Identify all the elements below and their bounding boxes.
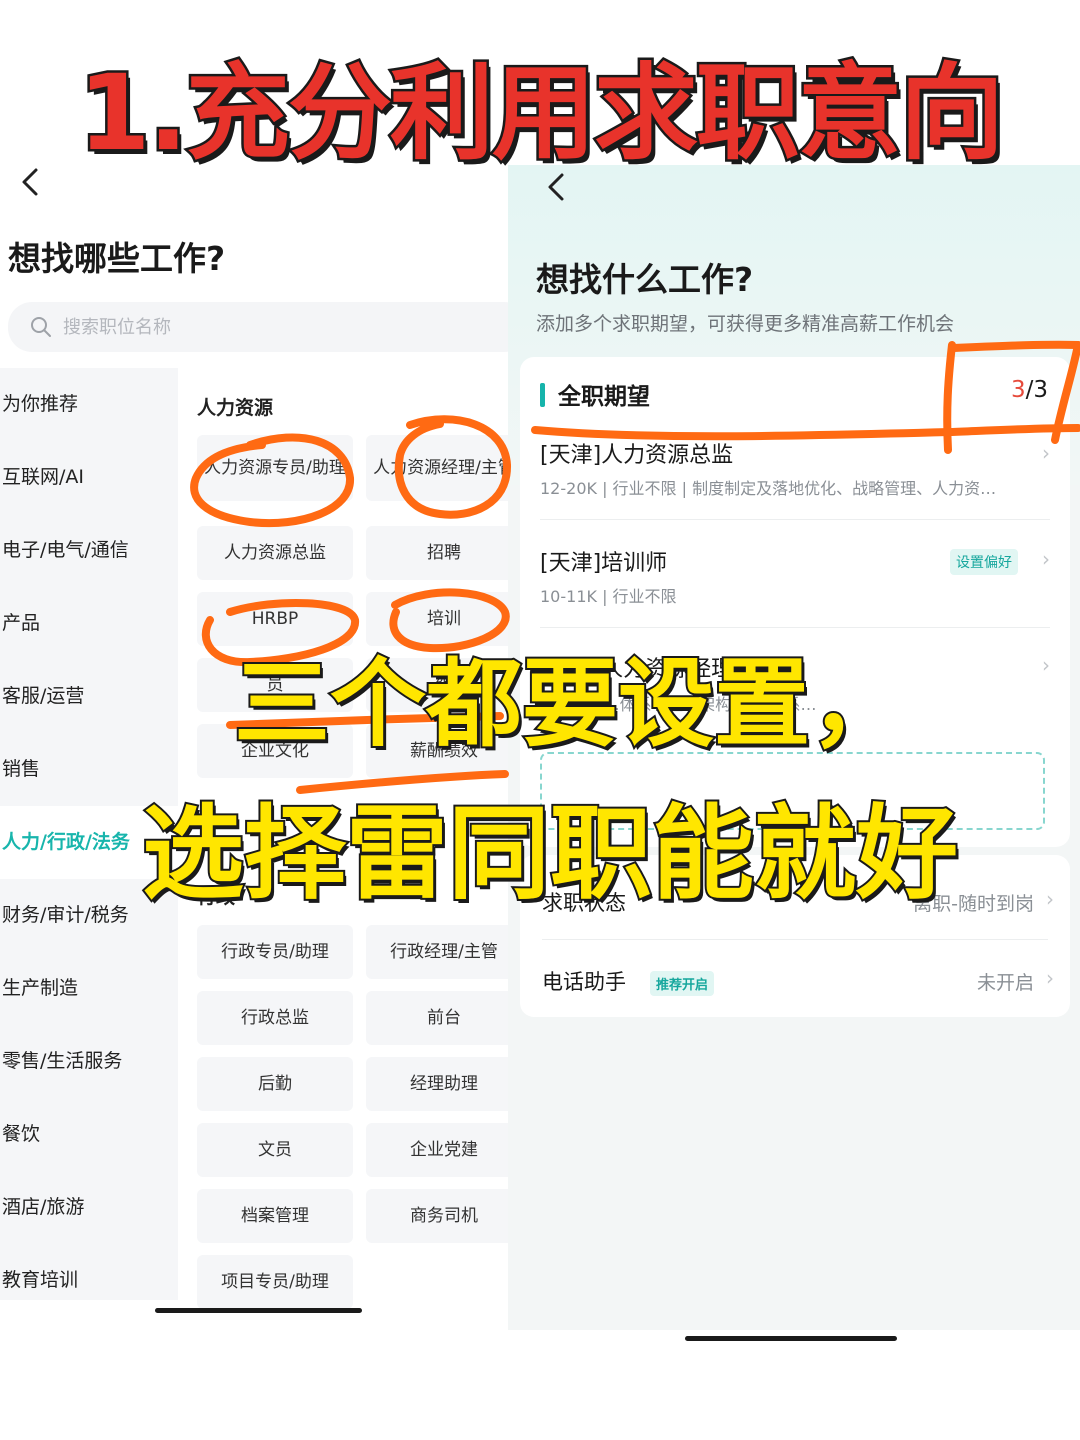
job-chip[interactable]: 人力资源专员/助理	[197, 435, 353, 501]
search-input[interactable]	[63, 310, 363, 344]
category-item[interactable]: 为你推荐	[0, 368, 178, 441]
section-marker	[540, 383, 545, 407]
home-indicator-right	[685, 1336, 897, 1341]
recommend-badge: 推荐开启	[650, 971, 715, 996]
category-item[interactable]: 酒店/旅游	[0, 1171, 178, 1244]
category-item[interactable]: 教育培训	[0, 1244, 178, 1317]
chevron-right-icon[interactable]: ›	[1046, 966, 1054, 990]
home-indicator-left	[155, 1308, 362, 1313]
headline-title: 1.充分利用求职意向	[76, 50, 1007, 177]
category-item[interactable]: 零售/生活服务	[0, 1025, 178, 1098]
category-item[interactable]: 生产制造	[0, 952, 178, 1025]
job-chip[interactable]: 档案管理	[197, 1189, 353, 1243]
job-chip[interactable]: 企业党建	[366, 1123, 510, 1177]
job-chip[interactable]: 商务司机	[366, 1189, 510, 1243]
overlay-caption-line1: 三个都要设置，	[232, 646, 908, 762]
job-chip[interactable]: 文员	[197, 1123, 353, 1177]
page-subtitle: 添加多个求职期望，可获得更多精准高薪工作机会	[536, 313, 955, 335]
expectation-title[interactable]: [天津]培训师	[540, 545, 667, 577]
expectation-detail: 10-11K | 行业不限	[540, 587, 677, 606]
section-title-hr: 人力资源	[197, 397, 274, 419]
page-title: 想找什么工作?	[536, 260, 754, 299]
job-chip[interactable]: 经理助理	[366, 1057, 510, 1111]
overlay-caption-line2: 选择雷同职能就好	[140, 793, 960, 916]
job-chip[interactable]: 人力资源经理/主管	[366, 435, 510, 501]
category-item[interactable]: 电子/电气/通信	[0, 514, 178, 587]
search-bar[interactable]	[8, 302, 510, 352]
category-item[interactable]: 互联网/AI	[0, 441, 178, 514]
set-preference-badge[interactable]: 设置偏好	[950, 549, 1018, 575]
chevron-right-icon[interactable]: ›	[1042, 441, 1050, 465]
phone-assistant-value[interactable]: 未开启	[977, 968, 1034, 995]
expectation-title[interactable]: [天津]人力资源总监	[540, 437, 733, 469]
expectation-count: 3/3	[1011, 377, 1048, 403]
job-chip[interactable]: 行政专员/助理	[197, 925, 353, 979]
category-item[interactable]: 餐饮	[0, 1098, 178, 1171]
job-chip[interactable]: 行政经理/主管	[366, 925, 510, 979]
job-chip[interactable]: 前台	[366, 991, 510, 1045]
divider	[540, 519, 1050, 520]
divider	[542, 939, 1048, 940]
count-total: /3	[1025, 377, 1048, 403]
expectation-header: 全职期望	[558, 384, 650, 410]
job-chip[interactable]: 招聘	[366, 526, 510, 580]
job-chip[interactable]: 项目专员/助理	[197, 1255, 353, 1309]
count-current: 3	[1010, 377, 1026, 403]
job-chip[interactable]: 人力资源总监	[197, 526, 353, 580]
job-chip[interactable]: 后勤	[197, 1057, 353, 1111]
expectation-detail: 12-20K | 行业不限 | 制度制定及落地优化、战略管理、人力资…	[540, 479, 997, 498]
chevron-right-icon[interactable]: ›	[1042, 547, 1050, 571]
job-chip[interactable]: 行政总监	[197, 991, 353, 1045]
search-icon	[31, 317, 51, 337]
page-title: 想找哪些工作?	[8, 239, 226, 278]
phone-assistant-label: 电话助手	[542, 970, 626, 994]
